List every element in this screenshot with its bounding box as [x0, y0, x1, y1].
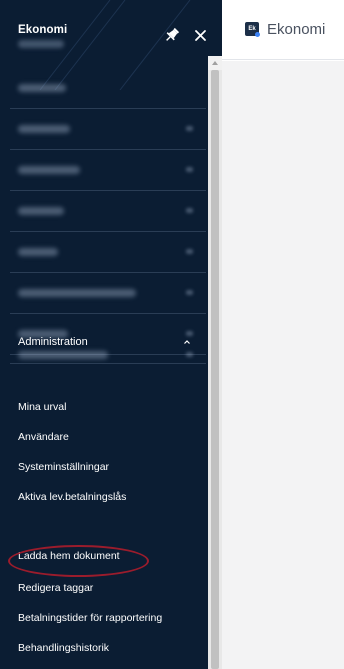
sidebar-item-label: Aktiva lev.betalningslås [18, 491, 127, 503]
sidebar-item-blurred[interactable] [0, 109, 208, 149]
sidebar-item-label: Ladda hem dokument [18, 550, 120, 562]
sidebar-item-mina-urval[interactable]: Mina urval [0, 392, 208, 422]
sidebar-item-label: Systeminställningar [18, 461, 110, 473]
sidebar-item-label: Betalningstider för rapportering [18, 612, 163, 624]
sidebar-section-administration[interactable]: Administration [0, 322, 208, 362]
app-title: Ekonomi [267, 21, 326, 38]
sidebar-item-blurred[interactable] [0, 273, 208, 313]
pin-icon [166, 27, 180, 41]
sidebar-item-blurred[interactable] [0, 68, 208, 108]
sidebar-item-blurred[interactable] [0, 150, 208, 190]
section-label: Administration [18, 336, 88, 348]
sidebar-item-ladda-hem-dokument[interactable]: Ladda hem dokument [0, 512, 208, 562]
scroll-thumb[interactable] [211, 70, 219, 669]
scroll-up-button[interactable] [208, 56, 222, 70]
close-icon [195, 30, 206, 41]
sidebar-item-label: Användare [18, 431, 69, 443]
divider [10, 363, 206, 364]
sidebar-item-anvandare[interactable]: Användare [0, 422, 208, 452]
sidebar-subtitle-blurred [18, 40, 64, 48]
caret-up-icon [212, 61, 218, 65]
main-content [222, 61, 344, 669]
sidebar-item-blurred[interactable] [0, 232, 208, 272]
app-logo-text: Ek [248, 26, 256, 32]
sidebar-item-label: Behandlingshistorik [18, 642, 110, 654]
sidebar-scrollbar[interactable] [208, 56, 222, 669]
app-logo-icon: Ek [245, 22, 260, 37]
sidebar-title: Ekonomi [18, 24, 68, 36]
sidebar-item-label: Mina urval [18, 401, 67, 413]
sidebar-header: Ekonomi [0, 0, 222, 54]
sidebar-item-systeminstallningar[interactable]: Systeminställningar [0, 452, 208, 482]
chevron-up-icon [184, 340, 190, 344]
sidebar-item-redigera-taggar[interactable]: Redigera taggar [0, 573, 208, 603]
sidebar-item-betalningstider[interactable]: Betalningstider för rapportering [0, 603, 208, 633]
sidebar-item-blurred[interactable] [0, 191, 208, 231]
sidebar-item-behandlingshistorik[interactable]: Behandlingshistorik [0, 633, 208, 663]
sidebar: Ekonomi Administration Mina urval Använd… [0, 0, 222, 669]
sidebar-item-label: Redigera taggar [18, 582, 94, 594]
app-header: Ek Ekonomi [222, 0, 344, 60]
pin-button[interactable] [162, 25, 182, 45]
sidebar-item-aktiva-betalningslas[interactable]: Aktiva lev.betalningslås [0, 482, 208, 512]
close-button[interactable] [191, 25, 211, 45]
